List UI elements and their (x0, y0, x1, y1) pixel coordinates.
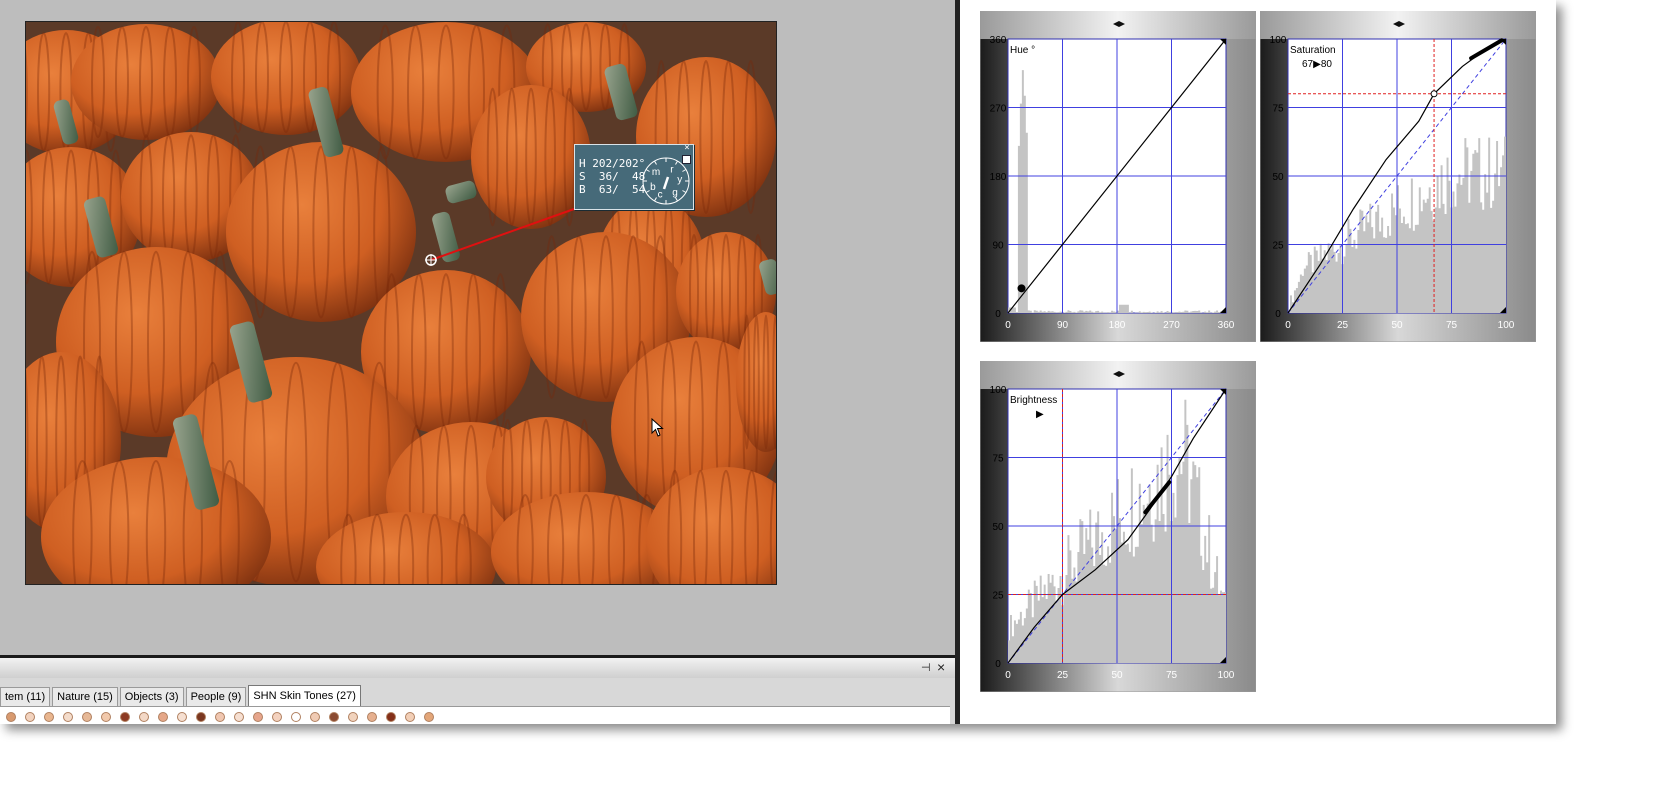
skin-tone-swatch[interactable] (44, 712, 54, 722)
preset-tab[interactable]: People (9) (185, 687, 247, 706)
x-tick-label: 360 (1218, 320, 1235, 331)
skin-tone-swatch[interactable] (253, 712, 263, 722)
skin-tone-swatch[interactable] (177, 712, 187, 722)
y-tick-label: 270 (990, 104, 1007, 115)
pin-icon[interactable]: ⊣ (921, 661, 931, 674)
panel-value: 67▶80 (1302, 59, 1332, 70)
hue-wheel-icon: rygcbm (642, 157, 690, 205)
x-tick-label: 0 (1005, 670, 1011, 681)
readout-brightness: B 63/ 54 (579, 183, 646, 196)
y-tick-label: 0 (995, 309, 1001, 320)
x-tick-label: 25 (1057, 670, 1069, 681)
photo-preview[interactable] (25, 21, 777, 585)
y-tick-label: 100 (1270, 35, 1287, 46)
skin-tone-swatch[interactable] (234, 712, 244, 722)
wheel-letter: y (677, 175, 682, 186)
skin-tone-swatch[interactable] (405, 712, 415, 722)
swatch-row (0, 706, 950, 724)
preset-tabs: tem (11) Nature (15) Objects (3) People (9)… (0, 685, 363, 706)
close-icon[interactable]: × (937, 659, 945, 675)
hue-curve-panel[interactable]: 3602701809000 90 180 270 360Hue ° (980, 11, 1256, 342)
app-window: × H 202/202° S 36/ 48 B 63/ 54 rygcbm ⊣ … (0, 0, 1556, 724)
y-tick-label: 360 (990, 35, 1007, 46)
y-tick-label: 75 (1272, 104, 1284, 115)
y-tick-label: 25 (1272, 241, 1284, 252)
y-tick-label: 50 (992, 522, 1004, 533)
curve-handle[interactable] (1430, 90, 1438, 98)
curve-handle[interactable] (1017, 284, 1026, 293)
skin-tone-swatch[interactable] (139, 712, 149, 722)
skin-tone-swatch[interactable] (329, 712, 339, 722)
preset-tab[interactable]: SHN Skin Tones (27) (248, 685, 361, 706)
color-readout-popup[interactable]: × H 202/202° S 36/ 48 B 63/ 54 rygcbm (574, 144, 694, 210)
panel-title: Brightness (1010, 395, 1057, 406)
skin-tone-swatch[interactable] (25, 712, 35, 722)
skin-tone-swatch[interactable] (196, 712, 206, 722)
skin-tone-swatch[interactable] (215, 712, 225, 722)
x-tick-label: 100 (1498, 320, 1515, 331)
preset-tab[interactable]: tem (11) (0, 687, 51, 706)
skin-tone-swatch[interactable] (310, 712, 320, 722)
y-tick-label: 50 (1272, 172, 1284, 183)
skin-tone-swatch[interactable] (120, 712, 130, 722)
skin-tone-swatch[interactable] (272, 712, 282, 722)
wheel-letter: g (672, 188, 678, 199)
panel-title: Saturation (1290, 45, 1336, 56)
skin-tone-swatch[interactable] (82, 712, 92, 722)
probe-connector (425, 208, 575, 266)
readout-close-icon[interactable]: × (682, 144, 692, 153)
presets-panel-titlebar: ⊣ × (0, 658, 955, 678)
skin-tone-swatch[interactable] (348, 712, 358, 722)
skin-tone-swatch[interactable] (386, 712, 396, 722)
wheel-letter: r (670, 164, 674, 175)
x-tick-label: 25 (1337, 320, 1349, 331)
preset-tab[interactable]: Objects (3) (119, 687, 184, 706)
skin-tone-swatch[interactable] (424, 712, 434, 722)
x-tick-label: 100 (1218, 670, 1235, 681)
skin-tone-swatch[interactable] (291, 712, 301, 722)
y-tick-label: 180 (990, 172, 1007, 183)
y-tick-label: 75 (992, 454, 1004, 465)
x-tick-label: 180 (1109, 320, 1126, 331)
mouse-cursor-icon (651, 418, 664, 437)
y-tick-label: 0 (1275, 309, 1281, 320)
readout-hue: H 202/202° (579, 157, 646, 170)
skin-tone-swatch[interactable] (158, 712, 168, 722)
preset-tab[interactable]: Nature (15) (52, 687, 118, 706)
x-tick-label: 75 (1166, 670, 1178, 681)
image-canvas-area: × H 202/202° S 36/ 48 B 63/ 54 rygcbm ⊣ … (0, 0, 955, 724)
curves-pane: 360 270 180 90 0 0 90 180 270 360 Hue ° 100 75 50 25 0… (960, 0, 1556, 724)
x-tick-label: 90 (1057, 320, 1069, 331)
x-tick-label: 270 (1163, 320, 1180, 331)
wheel-letter: c (658, 190, 663, 201)
x-tick-label: 0 (1005, 320, 1011, 331)
readout-saturation: S 36/ 48 (579, 170, 646, 183)
x-tick-label: 50 (1391, 320, 1403, 331)
y-tick-label: 0 (995, 659, 1001, 670)
presets-panel: ⊣ × tem (11) Nature (15) Objects (3) People… (0, 655, 955, 724)
x-tick-label: 50 (1111, 670, 1123, 681)
wheel-letter: m (652, 167, 660, 178)
skin-tone-swatch[interactable] (6, 712, 16, 722)
saturation-curve-panel[interactable]: 10075502500 25 50 75 100Saturation67▶80 (1260, 11, 1536, 342)
x-tick-label: 0 (1285, 320, 1291, 331)
skin-tone-swatch[interactable] (63, 712, 73, 722)
y-tick-label: 90 (992, 241, 1004, 252)
y-tick-label: 25 (992, 591, 1004, 602)
skin-tone-swatch[interactable] (101, 712, 111, 722)
wheel-letter: b (650, 182, 656, 193)
x-tick-label: 75 (1446, 320, 1458, 331)
brightness-curve-panel[interactable]: 10075502500 25 50 75 100Brightness▶ (980, 361, 1256, 692)
y-tick-label: 100 (990, 385, 1007, 396)
panel-value: ▶ (1036, 409, 1044, 420)
panel-title: Hue ° (1010, 45, 1035, 56)
skin-tone-swatch[interactable] (367, 712, 377, 722)
